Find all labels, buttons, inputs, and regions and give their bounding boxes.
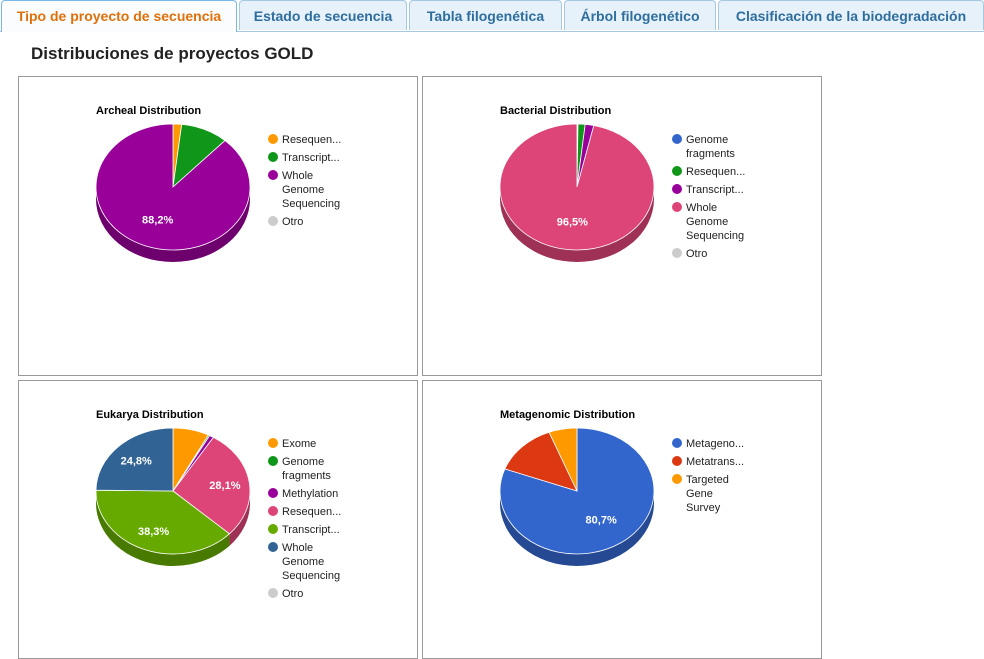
legend-marker	[672, 184, 682, 194]
legend-marker	[268, 134, 278, 144]
legend-label: Exome	[282, 438, 316, 450]
legend-label: Transcript...	[686, 184, 744, 196]
archeal-distribution-chart: Archeal Distribution 88,2% Resequen... Tran…	[18, 76, 418, 376]
legend-item-metagenome[interactable]: Metageno...	[672, 438, 744, 450]
tab-sequencing-project-type[interactable]: Tipo de proyecto de secuencia	[1, 0, 237, 32]
legend-item-exome[interactable]: Exome	[268, 438, 316, 450]
legend-item-otro[interactable]: Otro	[268, 588, 303, 600]
chart-title: Bacterial Distribution	[500, 105, 612, 117]
legend-label: Otro	[282, 216, 303, 228]
legend-marker	[268, 542, 278, 552]
legend-marker	[672, 202, 682, 212]
bacterial-pie-chart-svg: Bacterial Distribution 96,5% Genome fragmen…	[499, 105, 745, 262]
legend-label: Transcript...	[282, 152, 340, 164]
legend-label: Genome fragments	[686, 134, 735, 160]
legend-item-genome-fragments[interactable]: Genome fragments	[268, 456, 331, 482]
legend-marker	[268, 152, 278, 162]
legend-item-transcriptome[interactable]: Transcript...	[672, 184, 744, 196]
legend-marker	[672, 134, 682, 144]
legend-marker	[268, 170, 278, 180]
legend-marker	[268, 506, 278, 516]
slice-value-label: 24,8%	[121, 456, 152, 468]
legend-marker	[268, 438, 278, 448]
legend-item-resequencing[interactable]: Resequen...	[268, 134, 341, 146]
legend-marker	[268, 456, 278, 466]
slice-value-label: 88,2%	[142, 214, 173, 226]
legend-marker	[672, 456, 682, 466]
slice-value-label: 38,3%	[138, 526, 169, 538]
legend-item-whole-genome-sequencing[interactable]: Whole Genome Sequencing	[268, 542, 340, 582]
tab-phylogenetic-tree[interactable]: Árbol filogenético	[564, 0, 716, 30]
chart-title: Eukarya Distribution	[96, 409, 204, 421]
page-title: Distribuciones de proyectos GOLD	[31, 44, 314, 63]
legend-label: Genome fragments	[282, 456, 331, 482]
legend-marker	[268, 524, 278, 534]
legend-label: Transcript...	[282, 524, 340, 536]
legend-marker	[672, 166, 682, 176]
tab-sequence-status[interactable]: Estado de secuencia	[239, 0, 407, 30]
chart-title: Metagenomic Distribution	[500, 409, 635, 421]
legend-marker	[268, 588, 278, 598]
bacterial-distribution-chart: Bacterial Distribution 96,5% Genome fragmen…	[422, 76, 822, 376]
legend-item-otro[interactable]: Otro	[268, 216, 303, 228]
legend-item-transcriptome[interactable]: Transcript...	[268, 152, 340, 164]
legend-item-whole-genome-sequencing[interactable]: Whole Genome Sequencing	[672, 202, 744, 242]
legend-item-resequencing[interactable]: Resequen...	[672, 166, 745, 178]
pie-slice-whole-genome-sequencing[interactable]	[499, 123, 655, 251]
legend-marker	[268, 488, 278, 498]
slice-value-label: 96,5%	[557, 216, 588, 228]
archeal-pie-chart-svg: Archeal Distribution 88,2% Resequen... Tran…	[95, 105, 341, 262]
legend-label: Whole Genome Sequencing	[686, 202, 744, 242]
legend-label: Resequen...	[282, 134, 341, 146]
legend-label: Whole Genome Sequencing	[282, 170, 340, 210]
legend-marker	[268, 216, 278, 226]
legend-item-genome-fragments[interactable]: Genome fragments	[672, 134, 735, 160]
legend-marker	[672, 438, 682, 448]
legend-label: Metageno...	[686, 438, 744, 450]
tab-biodegradation-classification[interactable]: Clasificación de la biodegradación	[718, 0, 984, 30]
legend-item-resequencing[interactable]: Resequen...	[268, 506, 341, 518]
slice-value-label: 80,7%	[586, 514, 617, 526]
legend-item-transcriptome[interactable]: Transcript...	[268, 524, 340, 536]
legend-label: Otro	[686, 248, 707, 260]
legend-item-targeted-gene-survey[interactable]: Targeted Gene Survey	[672, 474, 729, 514]
legend-marker	[672, 248, 682, 258]
legend-label: Methylation	[282, 488, 338, 500]
metagenomic-distribution-chart: Metagenomic Distribution 80,7% Metageno...…	[422, 380, 822, 659]
legend-label: Metatrans...	[686, 456, 744, 468]
legend-label: Whole Genome Sequencing	[282, 542, 340, 582]
legend-item-otro[interactable]: Otro	[672, 248, 707, 260]
legend-label: Resequen...	[686, 166, 745, 178]
legend-item-metatranscriptome[interactable]: Metatrans...	[672, 456, 744, 468]
chart-title: Archeal Distribution	[96, 105, 201, 117]
eukarya-pie-chart-svg: Eukarya Distribution 28,1% 38,3% 24,8% Exome…	[95, 409, 341, 600]
legend-label: Otro	[282, 588, 303, 600]
legend-label: Resequen...	[282, 506, 341, 518]
legend-label: Targeted Gene Survey	[686, 474, 729, 514]
legend-item-methylation[interactable]: Methylation	[268, 488, 338, 500]
metagenomic-pie-chart-svg: Metagenomic Distribution 80,7% Metageno...…	[499, 409, 744, 566]
tab-phylogenetic-table[interactable]: Tabla filogenética	[409, 0, 562, 30]
slice-value-label: 28,1%	[209, 480, 240, 492]
eukarya-distribution-chart: Eukarya Distribution 28,1% 38,3% 24,8% Exome…	[18, 380, 418, 659]
legend-marker	[672, 474, 682, 484]
legend-item-whole-genome-sequencing[interactable]: Whole Genome Sequencing	[268, 170, 340, 210]
pie-slice-whole-genome-sequencing[interactable]	[95, 123, 251, 251]
tab-bar: Tipo de proyecto de secuencia Estado de …	[0, 0, 984, 32]
